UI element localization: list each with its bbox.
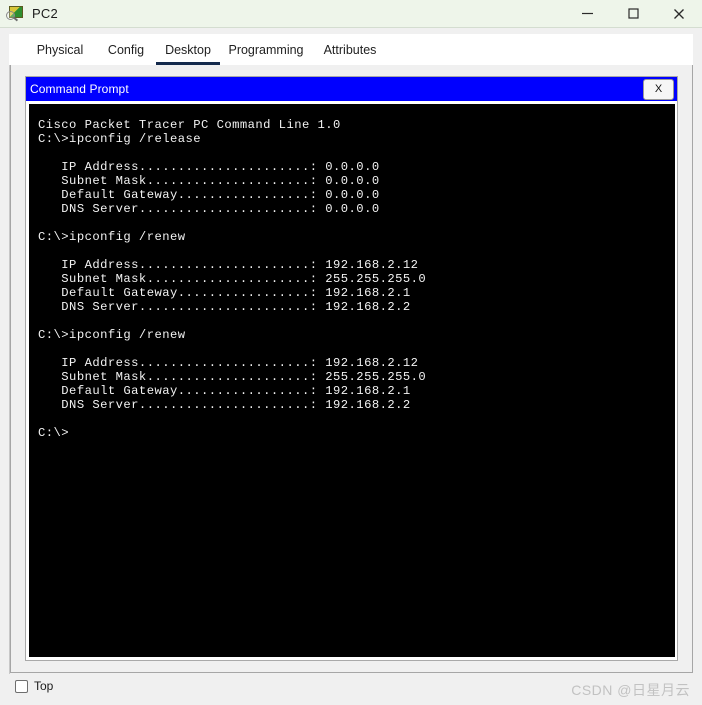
minimize-button[interactable] bbox=[564, 0, 610, 27]
top-checkbox-label: Top bbox=[34, 679, 54, 693]
top-checkbox[interactable] bbox=[15, 679, 28, 693]
terminal-output-area[interactable]: Cisco Packet Tracer PC Command Line 1.0 … bbox=[29, 104, 675, 657]
maximize-button[interactable] bbox=[610, 0, 656, 27]
top-checkbox-row[interactable]: Top bbox=[15, 679, 53, 693]
command-prompt-titlebar: Command Prompt X bbox=[26, 77, 677, 101]
packet-tracer-device-icon bbox=[6, 5, 24, 23]
command-prompt-title: Command Prompt bbox=[30, 82, 129, 96]
tab-attributes[interactable]: Attributes bbox=[312, 43, 388, 65]
command-prompt-close-button[interactable]: X bbox=[643, 78, 674, 100]
watermark: CSDN @日星月云 bbox=[571, 682, 690, 698]
bottom-bar: Top CSDN @日星月云 bbox=[0, 676, 702, 705]
tab-physical[interactable]: Physical bbox=[24, 43, 96, 65]
window-titlebar: PC2 bbox=[0, 0, 702, 28]
window-controls bbox=[564, 0, 702, 27]
terminal-text: Cisco Packet Tracer PC Command Line 1.0 … bbox=[38, 118, 427, 440]
close-button[interactable] bbox=[656, 0, 702, 27]
tab-programming[interactable]: Programming bbox=[220, 43, 312, 65]
tab-desktop[interactable]: Desktop bbox=[156, 43, 220, 65]
window-title: PC2 bbox=[32, 6, 58, 21]
tab-bar: Physical Config Desktop Programming Attr… bbox=[9, 34, 693, 65]
tab-config[interactable]: Config bbox=[96, 43, 156, 65]
command-prompt-window: Command Prompt X Cisco Packet Tracer PC … bbox=[25, 76, 678, 661]
